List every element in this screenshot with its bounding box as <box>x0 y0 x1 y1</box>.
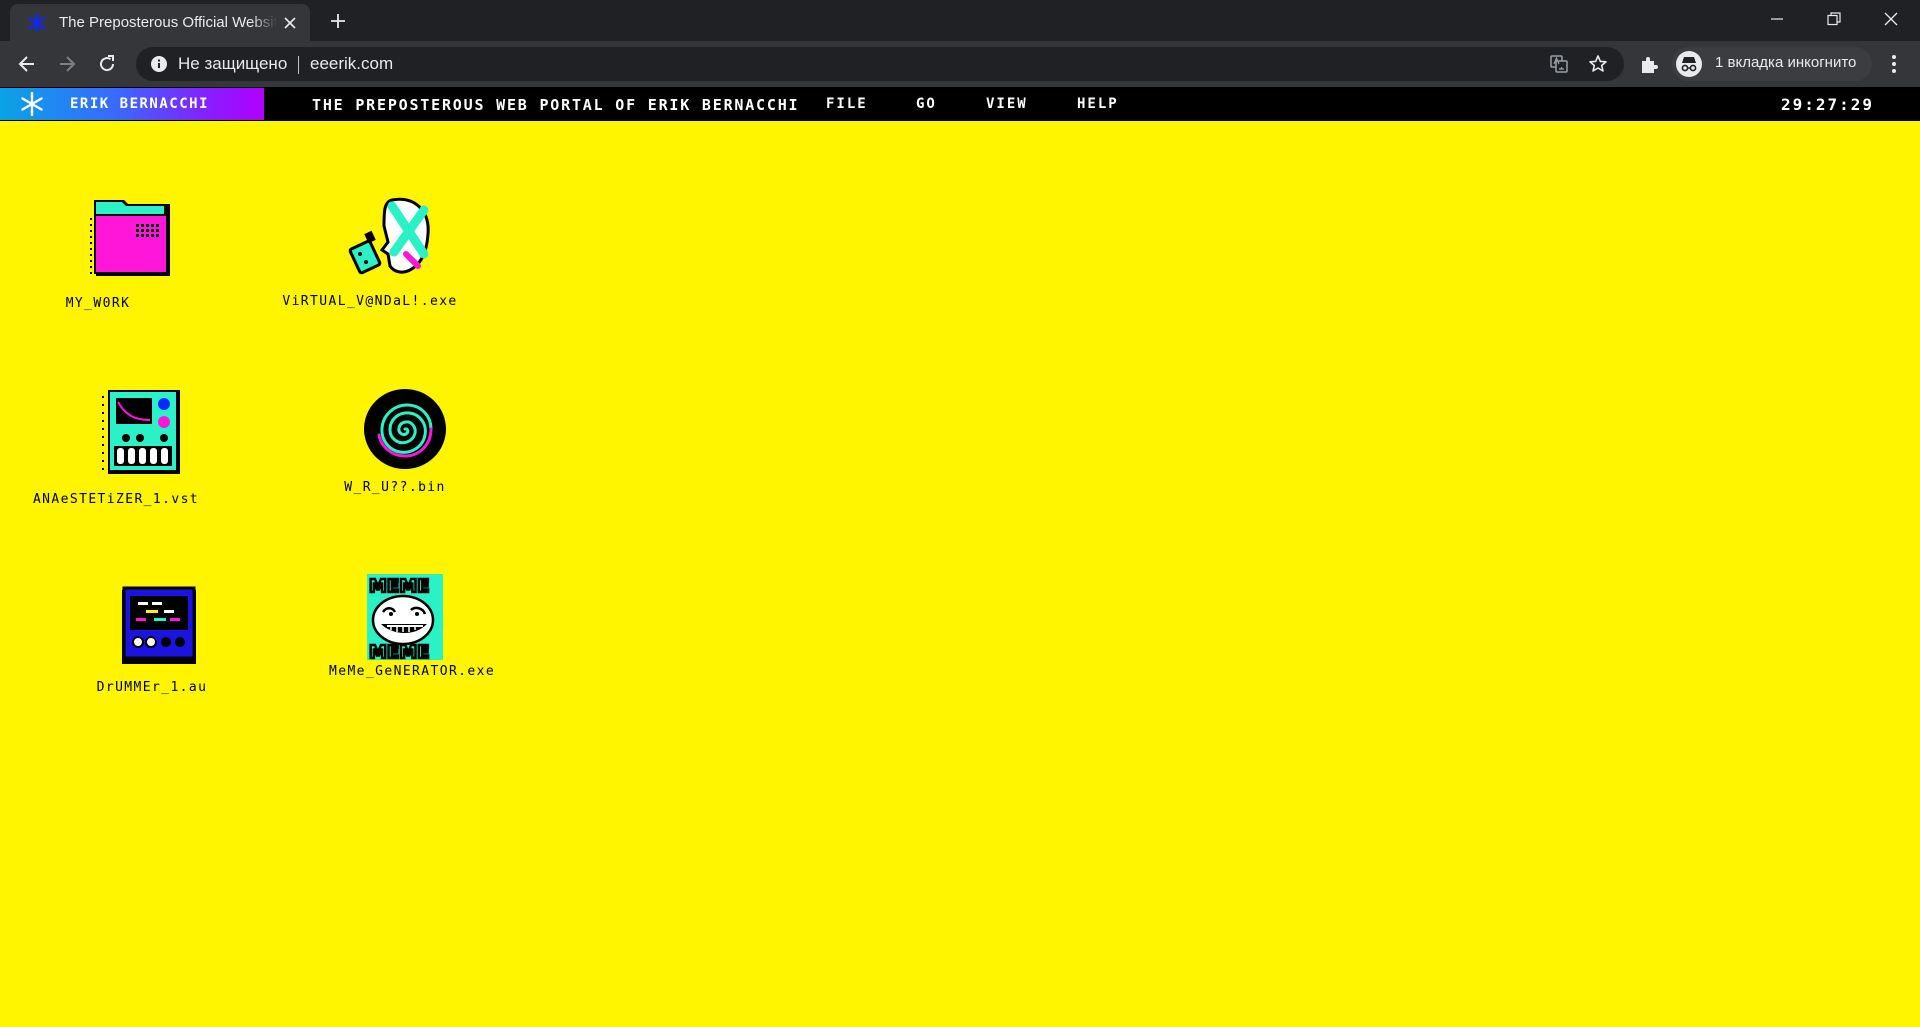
new-tab-plus-icon[interactable] <box>326 9 350 33</box>
site-info-icon[interactable] <box>150 55 168 73</box>
address-bar[interactable]: Не защищено eeerik.com <box>136 47 1624 81</box>
extensions-puzzle-icon[interactable] <box>1638 54 1660 76</box>
desktop-icon-label: MY_W0RK <box>65 296 131 311</box>
forward-arrow-icon[interactable] <box>52 49 82 79</box>
security-label[interactable]: Не защищено <box>178 54 287 74</box>
window-close-icon[interactable] <box>1862 0 1919 38</box>
desktop-icon-drummer[interactable]: DrUMMEr_1.au <box>97 586 208 695</box>
browser-tab-strip: The Preposterous Official Website <box>0 0 1920 41</box>
translate-icon[interactable] <box>1549 54 1569 74</box>
incognito-button[interactable]: 1 вкладка инкогнито <box>1672 47 1872 81</box>
incognito-label: 1 вкладка инкогнито <box>1715 54 1857 71</box>
spiral-icon <box>355 386 455 476</box>
desktop-icon-label: ViRTUAL_V@NDaL!.exe <box>282 294 458 309</box>
back-arrow-icon[interactable] <box>12 49 42 79</box>
drum-machine-icon <box>108 586 208 670</box>
brand-name: ERIK BERNACCHI <box>70 96 210 112</box>
menu-file[interactable]: FILE <box>826 96 868 112</box>
star-burst-logo-icon <box>20 91 44 117</box>
desktop-icon-my-work[interactable]: MY_W0RK <box>66 196 190 311</box>
desktop-icon-w-r-u[interactable]: W_R_U??.bin <box>344 386 455 495</box>
desktop-icon-label: MeMe_GeNERATOR.exe <box>329 664 496 679</box>
brand-button[interactable]: ERIK BERNACCHI <box>0 88 264 120</box>
incognito-icon <box>1676 51 1702 77</box>
browser-menu-icon[interactable] <box>1882 52 1906 76</box>
portal-title: THE PREPOSTEROUS WEB PORTAL OF ERIK BERN… <box>312 96 800 114</box>
url-text[interactable]: eeerik.com <box>310 54 393 74</box>
browser-tab[interactable]: The Preposterous Official Website <box>10 4 310 41</box>
minimize-icon[interactable] <box>1748 0 1805 38</box>
menu-view[interactable]: VIEW <box>986 96 1028 112</box>
svg-text:MEME: MEME <box>369 576 429 597</box>
desktop-icon-virtual-vandal[interactable]: ViRTUAL_V@NDaL!.exe <box>282 196 480 309</box>
browser-toolbar: Не защищено eeerik.com 1 вкладка инкогни… <box>0 41 1920 87</box>
reload-icon[interactable] <box>92 49 122 79</box>
menu-go[interactable]: GO <box>916 96 937 112</box>
menu-help[interactable]: HELP <box>1077 96 1119 112</box>
tab-title: The Preposterous Official Website <box>59 14 277 31</box>
bookmark-star-icon[interactable] <box>1588 54 1608 74</box>
site-menu-bar: ERIK BERNACCHI THE PREPOSTEROUS WEB PORT… <box>0 87 1920 121</box>
desktop-icon-anaestetizer[interactable]: ANAeSTETiZER_1.vst <box>33 386 200 507</box>
desktop-icon-label: DrUMMEr_1.au <box>96 680 208 695</box>
address-separator <box>298 56 299 74</box>
troll-face-icon: MEME MEME <box>355 572 455 666</box>
tab-close-icon[interactable] <box>280 13 300 33</box>
synth-plugin-icon <box>80 386 200 480</box>
desktop-icon-label: ANAeSTETiZER_1.vst <box>32 492 200 507</box>
restore-icon[interactable] <box>1805 0 1862 38</box>
desktop-icon-label: W_R_U??.bin <box>344 480 446 495</box>
site-favicon-icon <box>27 13 47 33</box>
desktop-icon-meme-generator[interactable]: MEME MEME MeMe_GeNERATOR.exe <box>329 572 494 679</box>
clock-display: 29:27:29 <box>1780 95 1874 114</box>
folder-icon <box>70 196 190 284</box>
spray-head-icon <box>300 196 480 286</box>
